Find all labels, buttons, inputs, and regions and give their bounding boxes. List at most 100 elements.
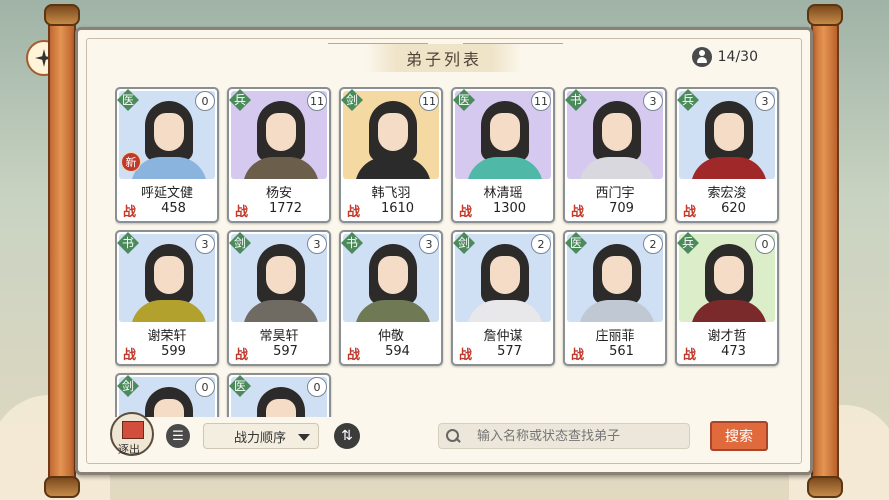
list-icon: ☰ [172, 428, 184, 444]
combat-label: 战 [123, 348, 137, 363]
disciple-card[interactable]: 兵 3 索宏浚战 620 [675, 87, 779, 223]
disciple-card[interactable]: 书 3 谢荣轩战 599 [115, 230, 219, 366]
combat-label: 战 [123, 205, 137, 220]
disciple-count-value: 14/30 [717, 49, 758, 65]
disciple-name: 仲敬 [377, 329, 404, 344]
level-badge: 0 [755, 234, 775, 254]
disciple-name: 庄丽菲 [595, 329, 635, 344]
combat-power: 战 597 [235, 344, 323, 363]
disciple-card[interactable]: 书 3 西门宇战 709 [563, 87, 667, 223]
disciple-card[interactable]: 剑 2 詹仲谋战 577 [451, 230, 555, 366]
level-badge: 3 [307, 234, 327, 254]
combat-power-value: 597 [273, 344, 298, 359]
search-button[interactable]: 搜索 [710, 421, 768, 451]
combat-label: 战 [571, 348, 585, 363]
combat-power: 战 709 [571, 201, 659, 220]
disciple-name: 呼延文健 [140, 186, 193, 201]
disciple-name: 詹仲谋 [483, 329, 523, 344]
combat-label: 战 [571, 205, 585, 220]
disciple-name: 林清瑶 [483, 186, 523, 201]
combat-label: 战 [683, 348, 697, 363]
disciple-card[interactable]: 剑 11 韩飞羽战 1610 [339, 87, 443, 223]
disciple-card[interactable]: 兵 11 杨安战 1772 [227, 87, 331, 223]
search-bar [438, 423, 690, 449]
disciple-name: 谢才哲 [707, 329, 747, 344]
level-badge: 2 [643, 234, 663, 254]
disciple-name: 索宏浚 [707, 186, 747, 201]
combat-power-value: 594 [385, 344, 410, 359]
search-icon [439, 423, 465, 449]
combat-power-value: 458 [161, 201, 186, 216]
combat-power: 战 1300 [459, 201, 547, 220]
disciple-card[interactable]: 医0 [227, 373, 331, 417]
level-badge: 3 [419, 234, 439, 254]
disciple-grid: 医 0 新呼延文健战 458 兵 11 杨安战 1772 剑 11 韩飞羽战 1610 医 11 林清瑶战 1… [115, 87, 790, 417]
combat-power-value: 1610 [380, 201, 415, 216]
level-badge: 0 [307, 377, 327, 397]
combat-power: 战 561 [571, 344, 659, 363]
level-badge: 11 [531, 91, 551, 111]
disciple-list-panel: 弟子列表 14/30 医 0 新呼延文健战 458 兵 11 杨安战 1772 剑 11 韩飞羽战 1… [75, 27, 813, 475]
combat-power-value: 577 [497, 344, 522, 359]
combat-power: 战 594 [347, 344, 435, 363]
combat-power-value: 599 [161, 344, 186, 359]
scroll-rod-left [44, 4, 80, 498]
combat-power: 战 1772 [235, 201, 323, 220]
combat-power: 战 473 [683, 344, 771, 363]
combat-label: 战 [347, 348, 361, 363]
expel-label: 逐出 [118, 443, 140, 456]
combat-power-value: 1772 [268, 201, 303, 216]
combat-label: 战 [235, 348, 249, 363]
disciple-card[interactable]: 医 11 林清瑶战 1300 [451, 87, 555, 223]
search-input[interactable] [465, 428, 665, 444]
bottom-toolbar: 逐出 ☰ 战力顺序 ⇅ 搜索 [78, 412, 810, 458]
combat-power: 战 620 [683, 201, 771, 220]
disciple-card[interactable]: 兵 0 谢才哲战 473 [675, 230, 779, 366]
disciple-name: 韩飞羽 [371, 186, 411, 201]
disciple-card[interactable]: 医 0 新呼延文健战 458 [115, 87, 219, 223]
combat-label: 战 [683, 205, 697, 220]
combat-power: 战 599 [123, 344, 211, 363]
level-badge: 3 [195, 234, 215, 254]
combat-label: 战 [459, 348, 473, 363]
expel-button[interactable]: 逐出 [110, 412, 154, 456]
disciple-name: 杨安 [265, 186, 292, 201]
disciple-card[interactable]: 剑0 [115, 373, 219, 417]
disciple-name: 谢荣轩 [147, 329, 187, 344]
list-view-button[interactable]: ☰ [166, 424, 190, 448]
level-badge: 11 [307, 91, 327, 111]
level-badge: 3 [755, 91, 775, 111]
disciple-card[interactable]: 书 3 仲敬战 594 [339, 230, 443, 366]
swap-icon: ⇅ [341, 428, 353, 444]
scroll-rod-right [807, 4, 843, 498]
disciple-name: 西门宇 [595, 186, 635, 201]
disciple-count: 14/30 [691, 47, 758, 67]
combat-power-value: 473 [721, 344, 746, 359]
combat-power: 战 1610 [347, 201, 435, 220]
disciple-card[interactable]: 剑 3 常昊轩战 597 [227, 230, 331, 366]
person-icon [691, 47, 712, 67]
new-badge: 新 [121, 152, 141, 172]
level-badge: 11 [419, 91, 439, 111]
level-badge: 0 [195, 91, 215, 111]
page-title: 弟子列表 [365, 44, 522, 72]
combat-power-value: 709 [609, 201, 634, 216]
chevron-down-icon [298, 434, 310, 441]
sort-dropdown-label: 战力顺序 [234, 430, 287, 446]
level-badge: 3 [643, 91, 663, 111]
combat-label: 战 [235, 205, 249, 220]
combat-power-value: 561 [609, 344, 634, 359]
level-badge: 0 [195, 377, 215, 397]
sort-order-toggle-button[interactable]: ⇅ [334, 423, 360, 449]
disciple-card[interactable]: 医 2 庄丽菲战 561 [563, 230, 667, 366]
combat-power: 战 577 [459, 344, 547, 363]
combat-power: 战 458 [123, 201, 211, 220]
disciple-name: 常昊轩 [259, 329, 299, 344]
level-badge: 2 [531, 234, 551, 254]
combat-label: 战 [347, 205, 361, 220]
combat-power-value: 1300 [492, 201, 527, 216]
combat-label: 战 [459, 205, 473, 220]
sort-dropdown[interactable]: 战力顺序 [203, 423, 319, 449]
combat-power-value: 620 [721, 201, 746, 216]
book-icon [122, 421, 144, 439]
